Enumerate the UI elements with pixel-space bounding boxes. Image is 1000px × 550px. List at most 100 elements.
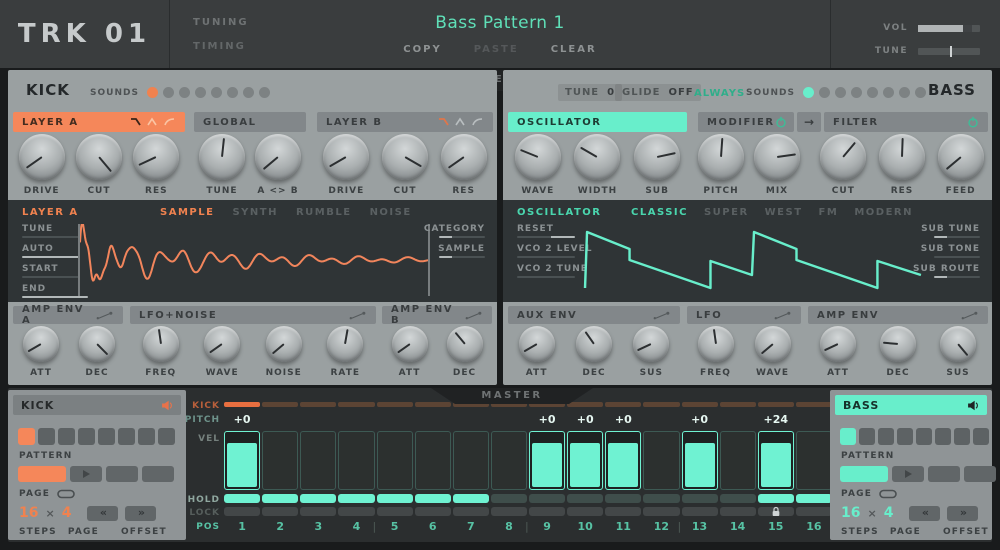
sound-slot-5[interactable] xyxy=(210,87,222,98)
rate-knob[interactable]: RATE xyxy=(327,326,364,378)
kick-trigger-step-14[interactable] xyxy=(719,402,756,407)
velocity-bar-step-10[interactable] xyxy=(567,431,604,490)
velocity-bar-step-12[interactable] xyxy=(643,431,680,490)
pitch-value-step-3[interactable] xyxy=(300,413,336,427)
hold-step-6[interactable] xyxy=(414,494,451,503)
oscillator-header[interactable]: OSCILLATOR xyxy=(508,112,687,132)
pattern-slot-8[interactable] xyxy=(973,428,989,445)
kick-trigger-step-1[interactable] xyxy=(224,402,261,407)
velocity-bar-step-16[interactable] xyxy=(795,431,832,490)
tab-modern[interactable]: MODERN xyxy=(854,207,913,218)
lowpass-icon[interactable] xyxy=(438,117,450,127)
pitch-value-step-2[interactable] xyxy=(262,413,298,427)
lock-step-16[interactable] xyxy=(795,507,832,516)
pattern-slot-2[interactable] xyxy=(38,428,55,445)
velocity-bar-step-9[interactable] xyxy=(529,431,566,490)
pitch-value-step-1[interactable]: +0 xyxy=(224,413,260,427)
kick-trigger-step-10[interactable] xyxy=(567,402,604,407)
master-tab[interactable]: MASTER xyxy=(431,388,593,404)
pattern-slot-7[interactable] xyxy=(954,428,970,445)
velocity-bar-step-2[interactable] xyxy=(262,431,299,490)
pitch-value-step-9[interactable]: +0 xyxy=(529,413,565,427)
pitch-value-step-5[interactable] xyxy=(377,413,413,427)
hold-step-13[interactable] xyxy=(681,494,718,503)
pattern-slot-4[interactable] xyxy=(78,428,95,445)
pattern-title[interactable]: Bass Pattern 1 xyxy=(350,13,650,33)
offset-left-button[interactable]: « xyxy=(909,505,941,521)
tab-synth[interactable]: SYNTH xyxy=(232,207,278,218)
lock-step-11[interactable] xyxy=(605,507,642,516)
kick-trigger-step-6[interactable] xyxy=(414,402,451,407)
loop-icon[interactable] xyxy=(57,489,75,499)
tune-knob[interactable]: TUNE xyxy=(199,134,245,196)
bass-tune-chip[interactable]: TUNE 0 xyxy=(558,84,623,101)
pitch-value-step-6[interactable] xyxy=(415,413,451,427)
param-vco2-level[interactable]: VCO 2 LEVEL xyxy=(517,244,592,258)
lock-step-3[interactable] xyxy=(300,507,337,516)
velocity-bar-step-15[interactable] xyxy=(757,431,794,490)
sus-knob[interactable]: SUS xyxy=(633,326,670,378)
kick-trigger-step-16[interactable] xyxy=(795,402,832,407)
pattern-slot-1[interactable] xyxy=(840,428,856,445)
pitch-value-step-11[interactable]: +0 xyxy=(605,413,641,427)
page-1-button[interactable] xyxy=(18,466,66,482)
layer-a-header[interactable]: LAYER A xyxy=(13,112,185,132)
page-2-button[interactable] xyxy=(892,466,924,482)
lock-step-10[interactable] xyxy=(567,507,604,516)
hold-step-3[interactable] xyxy=(300,494,337,503)
steps-value[interactable]: 16 xyxy=(841,505,860,521)
velocity-bar-step-14[interactable] xyxy=(719,431,756,490)
offset-right-button[interactable]: » xyxy=(947,505,979,521)
hold-step-12[interactable] xyxy=(643,494,680,503)
hold-step-8[interactable] xyxy=(490,494,527,503)
filter-header[interactable]: FILTER xyxy=(824,112,988,132)
tab-classic[interactable]: CLASSIC xyxy=(631,207,688,218)
param-sample[interactable]: SAMPLE xyxy=(424,244,485,258)
tab-rumble[interactable]: RUMBLE xyxy=(296,207,352,218)
highpass-icon[interactable] xyxy=(164,117,176,127)
hold-step-9[interactable] xyxy=(529,494,566,503)
param-category[interactable]: CATEGORY xyxy=(424,224,485,238)
bandpass-icon[interactable] xyxy=(147,117,159,127)
clear-button[interactable]: CLEAR xyxy=(551,44,597,55)
param-vco2-tune[interactable]: VCO 2 TUNE xyxy=(517,264,592,278)
pitch-value-step-12[interactable] xyxy=(643,413,679,427)
sound-slot-7[interactable] xyxy=(898,87,910,98)
kick-trigger-step-2[interactable] xyxy=(262,402,299,407)
pitch-value-step-7[interactable] xyxy=(453,413,489,427)
hold-step-2[interactable] xyxy=(262,494,299,503)
sub-knob[interactable]: SUB xyxy=(634,134,681,196)
param-sub-tone[interactable]: SUB TONE xyxy=(913,244,980,258)
sound-slot-2[interactable] xyxy=(818,87,830,98)
sus-knob[interactable]: SUS xyxy=(940,326,976,378)
tab-noise[interactable]: NOISE xyxy=(370,207,412,218)
dec-knob[interactable]: DEC xyxy=(880,326,916,378)
freq-knob[interactable]: FREQ xyxy=(697,326,734,378)
pattern-slot-2[interactable] xyxy=(859,428,875,445)
pitch-value-step-10[interactable]: +0 xyxy=(567,413,603,427)
tab-fm[interactable]: FM xyxy=(819,207,839,218)
sound-slot-6[interactable] xyxy=(882,87,894,98)
sound-slot-8[interactable] xyxy=(258,87,270,98)
sound-slot-4[interactable] xyxy=(850,87,862,98)
pages-value[interactable]: 4 xyxy=(62,505,72,521)
pattern-slot-7[interactable] xyxy=(138,428,155,445)
offset-left-button[interactable]: « xyxy=(87,505,119,521)
lock-step-15[interactable] xyxy=(757,506,794,516)
modifier-header[interactable]: MODIFIER xyxy=(698,112,794,132)
layer-b-header[interactable]: LAYER B xyxy=(317,112,493,132)
sound-slot-1[interactable] xyxy=(802,87,814,98)
pattern-slot-8[interactable] xyxy=(158,428,175,445)
kick-trigger-step-13[interactable] xyxy=(681,402,718,407)
sound-slot-2[interactable] xyxy=(162,87,174,98)
wave-knob[interactable]: WAVE xyxy=(754,326,791,378)
master-tune-slider[interactable] xyxy=(918,45,980,57)
pattern-slot-3[interactable] xyxy=(58,428,75,445)
lock-step-8[interactable] xyxy=(490,507,527,516)
power-icon[interactable] xyxy=(967,116,979,128)
lock-step-1[interactable] xyxy=(224,507,261,516)
mix-knob[interactable]: MIX xyxy=(754,134,800,196)
lock-step-4[interactable] xyxy=(338,507,375,516)
velocity-bar-step-1[interactable] xyxy=(224,431,261,490)
hold-step-1[interactable] xyxy=(224,494,261,503)
